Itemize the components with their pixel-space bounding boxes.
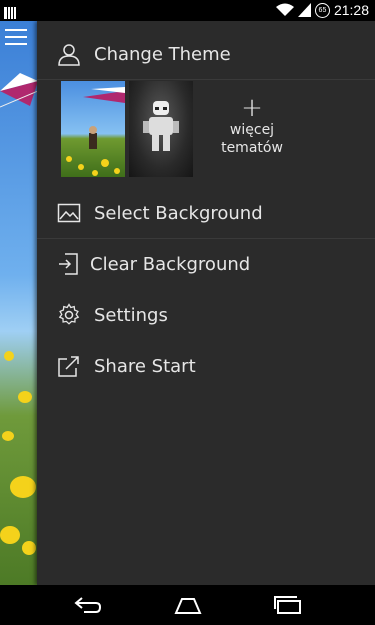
share-icon bbox=[58, 356, 79, 377]
share-start-label: Share Start bbox=[94, 355, 196, 377]
share-start-item[interactable]: Share Start bbox=[37, 341, 375, 391]
clear-background-item[interactable]: Clear Background bbox=[37, 239, 375, 289]
clear-background-label: Clear Background bbox=[90, 253, 251, 275]
settings-item[interactable]: Settings bbox=[37, 290, 375, 340]
person-icon bbox=[58, 44, 80, 66]
settings-label: Settings bbox=[94, 304, 168, 326]
more-themes-button[interactable]: + więcej tematów bbox=[207, 95, 297, 157]
status-time: 21:28 bbox=[333, 2, 369, 18]
recent-apps-icon[interactable] bbox=[272, 593, 304, 617]
select-background-item[interactable]: Select Background bbox=[37, 188, 375, 238]
battery-icon: 65 bbox=[314, 2, 330, 18]
more-themes-label-line1: więcej bbox=[229, 122, 275, 138]
plus-icon: + bbox=[241, 93, 263, 123]
back-icon[interactable] bbox=[72, 593, 104, 617]
home-icon[interactable] bbox=[172, 593, 204, 617]
background-app bbox=[0, 21, 38, 585]
theme-thumbnail-kite[interactable] bbox=[61, 81, 125, 177]
divider bbox=[37, 79, 375, 80]
navigation-drawer: Change Theme + więcej tematów Select Bac… bbox=[37, 21, 375, 585]
signal-icon bbox=[297, 3, 311, 17]
wifi-icon bbox=[275, 3, 294, 16]
exit-icon bbox=[59, 253, 78, 275]
more-themes-label-line2: tematów bbox=[221, 140, 283, 156]
change-theme-label: Change Theme bbox=[94, 43, 231, 65]
status-bar: 65 21:28 bbox=[0, 0, 375, 21]
theme-picker: + więcej tematów bbox=[61, 81, 361, 177]
change-theme-item[interactable]: Change Theme bbox=[37, 29, 375, 79]
menu-icon[interactable] bbox=[5, 29, 27, 47]
theme-thumbnail-stormtrooper[interactable] bbox=[129, 81, 193, 177]
image-icon bbox=[57, 203, 81, 223]
kite-image bbox=[0, 73, 38, 108]
navigation-bar bbox=[0, 585, 375, 625]
gear-icon bbox=[58, 303, 80, 325]
select-background-label: Select Background bbox=[94, 202, 263, 224]
